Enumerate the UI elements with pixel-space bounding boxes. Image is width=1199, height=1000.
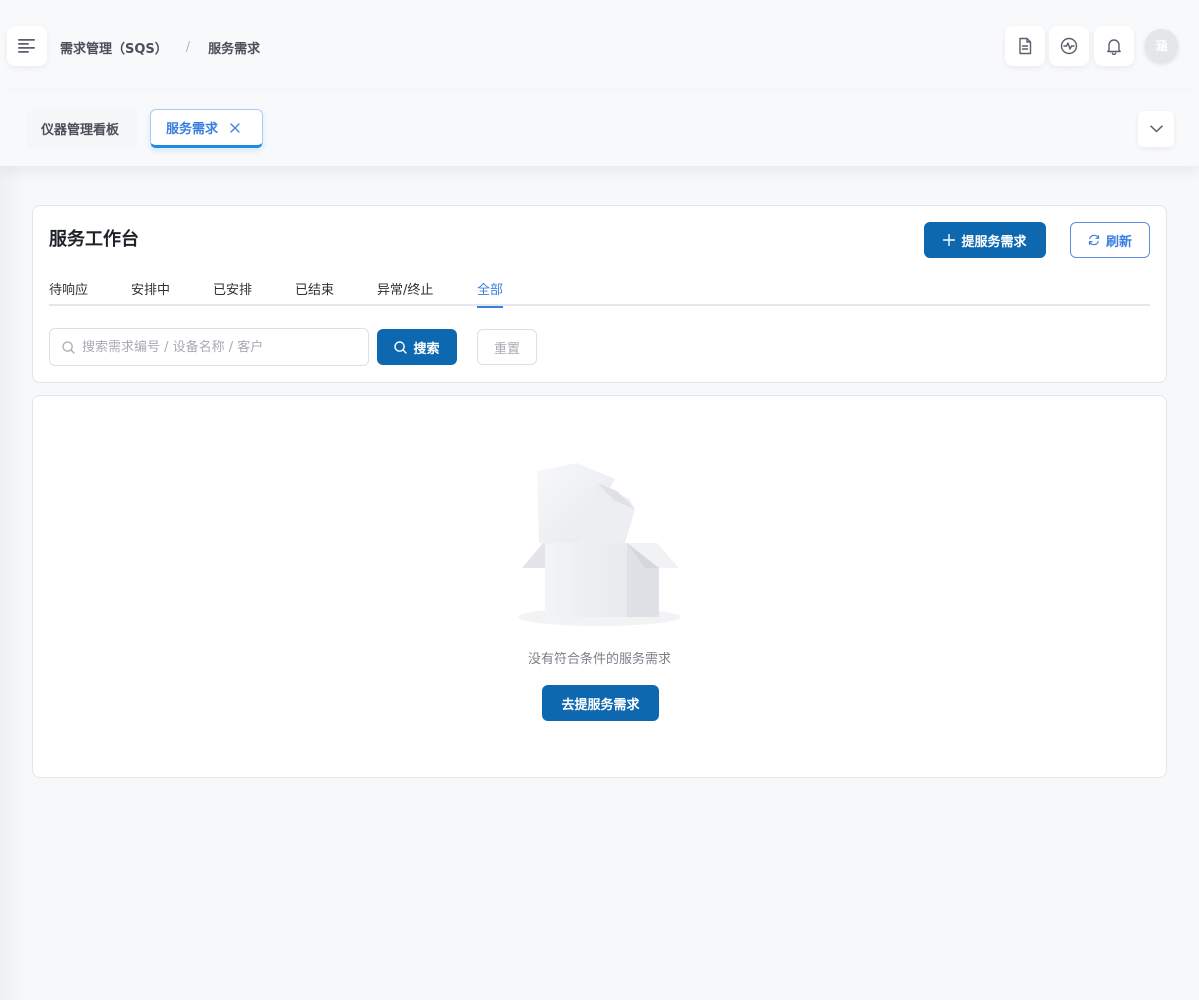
bell-icon — [1105, 37, 1123, 55]
empty-state-message: 没有符合条件的服务需求 — [527, 652, 671, 667]
notification-button[interactable] — [1094, 26, 1134, 66]
results-card: 没有符合条件的服务需求 去提服务需求 — [32, 395, 1167, 778]
tab-arranging[interactable]: 安排中 — [131, 279, 170, 306]
page-tab-label: 仪器管理看板 — [41, 123, 120, 138]
search-button-label: 搜索 — [413, 341, 440, 357]
page-title: 服务工作台 — [49, 229, 139, 250]
search-icon — [62, 340, 75, 354]
search-field[interactable] — [49, 328, 369, 366]
empty-box-illustration — [517, 461, 683, 633]
search-button[interactable]: 搜索 — [377, 329, 457, 365]
chevron-down-icon — [1149, 125, 1163, 133]
menu-toggle-button[interactable] — [7, 26, 47, 66]
user-avatar[interactable]: 涵 — [1145, 29, 1178, 62]
tab-all[interactable]: 全部 — [477, 279, 504, 308]
refresh-label: 刷新 — [1105, 234, 1132, 250]
submit-request-button[interactable]: 提服务需求 — [924, 222, 1046, 258]
left-shade — [0, 165, 24, 1000]
status-tabs: 待响应 安排中 已安排 已结束 异常/终止 全部 — [49, 279, 1150, 308]
activity-icon — [1060, 37, 1078, 55]
go-submit-request-button[interactable]: 去提服务需求 — [542, 685, 659, 721]
breadcrumb-item-current: 服务需求 — [208, 41, 261, 57]
refresh-icon — [1088, 234, 1100, 246]
refresh-button[interactable]: 刷新 — [1070, 222, 1150, 258]
tab-pending-response[interactable]: 待响应 — [49, 279, 88, 306]
document-icon — [1016, 37, 1034, 55]
tabs-dropdown-button[interactable] — [1138, 111, 1174, 147]
breadcrumb-separator: / — [185, 39, 191, 55]
page-tab-label: 服务需求 — [166, 122, 219, 137]
service-workbench-card: 服务工作台 提服务需求 刷新 待响应 安排中 已安排 已结束 异常/终止 全部 — [32, 205, 1167, 383]
plus-icon — [943, 234, 956, 246]
search-input[interactable] — [82, 339, 352, 355]
page-tab-instrument-board[interactable]: 仪器管理看板 — [27, 109, 137, 148]
close-icon[interactable] — [230, 122, 240, 133]
tab-ended[interactable]: 已结束 — [295, 279, 334, 306]
tab-arranged[interactable]: 已安排 — [213, 279, 252, 306]
document-button[interactable] — [1005, 26, 1045, 66]
submit-request-label: 提服务需求 — [961, 234, 1027, 250]
breadcrumb: 需求管理（SQS） / 服务需求 — [60, 37, 260, 57]
activity-button[interactable] — [1049, 26, 1089, 66]
page-tab-service-request[interactable]: 服务需求 — [150, 109, 263, 148]
top-header: 需求管理（SQS） / 服务需求 涵 — [0, 0, 1199, 92]
menu-icon — [18, 39, 36, 53]
tab-abnormal-terminated[interactable]: 异常/终止 — [377, 279, 433, 306]
search-icon — [394, 340, 408, 354]
breadcrumb-item-sqs[interactable]: 需求管理（SQS） — [60, 38, 168, 57]
reset-button[interactable]: 重置 — [477, 329, 537, 365]
page-tabs-bar: 仪器管理看板 服务需求 — [0, 92, 1199, 166]
